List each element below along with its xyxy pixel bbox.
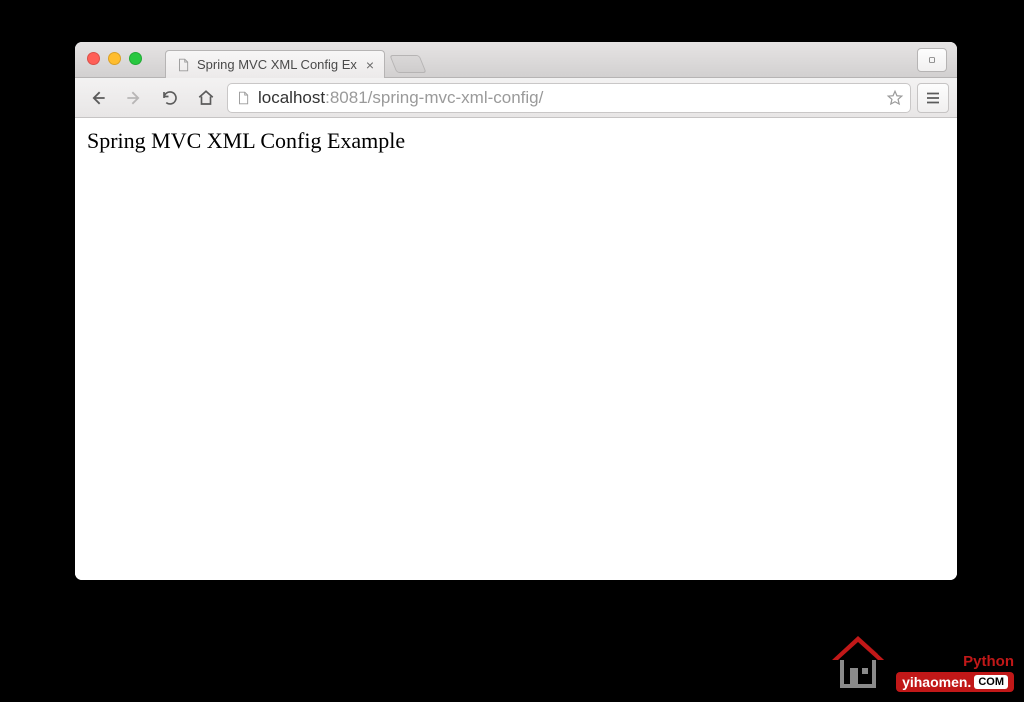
watermark-text: Python yihaomen. COM <box>896 653 1014 692</box>
page-viewport: Spring MVC XML Config Example <box>75 118 957 580</box>
profile-button[interactable] <box>917 48 947 72</box>
minimize-window-button[interactable] <box>108 52 121 65</box>
browser-window: Spring MVC XML Config Ex × <box>75 42 957 580</box>
url-text[interactable]: localhost:8081/spring-mvc-xml-config/ <box>258 88 878 108</box>
watermark-com: COM <box>974 675 1008 689</box>
toolbar: localhost:8081/spring-mvc-xml-config/ <box>75 78 957 118</box>
tab-title: Spring MVC XML Config Ex <box>197 57 359 72</box>
close-tab-icon[interactable]: × <box>366 58 374 72</box>
tab-strip: Spring MVC XML Config Ex × <box>165 42 423 77</box>
bookmark-star-icon[interactable] <box>886 89 904 107</box>
watermark-domain-name: yihaomen. <box>902 674 971 690</box>
page-body-text: Spring MVC XML Config Example <box>87 128 945 154</box>
address-bar[interactable]: localhost:8081/spring-mvc-xml-config/ <box>227 83 911 113</box>
watermark: Python yihaomen. COM <box>826 634 1014 692</box>
titlebar: Spring MVC XML Config Ex × <box>75 42 957 78</box>
url-path: :8081/spring-mvc-xml-config/ <box>325 88 543 107</box>
new-tab-button[interactable] <box>389 55 426 73</box>
watermark-domain: yihaomen. COM <box>896 672 1014 692</box>
page-icon <box>236 91 250 105</box>
forward-button[interactable] <box>119 84 149 112</box>
house-icon <box>826 634 890 692</box>
menu-button[interactable] <box>917 83 949 113</box>
close-window-button[interactable] <box>87 52 100 65</box>
watermark-label: Python <box>963 653 1014 670</box>
home-button[interactable] <box>191 84 221 112</box>
reload-button[interactable] <box>155 84 185 112</box>
window-controls <box>87 52 142 65</box>
url-host: localhost <box>258 88 325 107</box>
page-icon <box>176 58 190 72</box>
back-button[interactable] <box>83 84 113 112</box>
maximize-window-button[interactable] <box>129 52 142 65</box>
tab-active[interactable]: Spring MVC XML Config Ex × <box>165 50 385 78</box>
